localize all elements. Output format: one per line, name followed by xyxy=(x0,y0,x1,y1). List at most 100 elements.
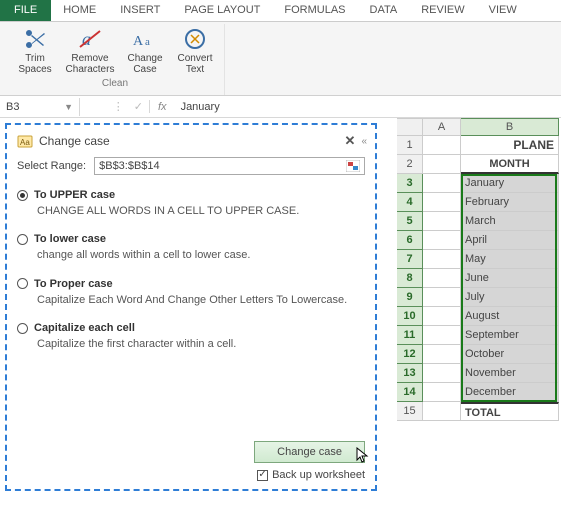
cell[interactable] xyxy=(423,155,461,174)
row-header[interactable]: 2 xyxy=(397,155,423,174)
cell[interactable] xyxy=(423,250,461,269)
row-header[interactable]: 13 xyxy=(397,364,423,383)
row-header[interactable]: 4 xyxy=(397,193,423,212)
cell[interactable]: March xyxy=(461,212,559,231)
formula-bar: B3 ▼ ⋮ ✓ fx January xyxy=(0,96,561,118)
tab-home[interactable]: HOME xyxy=(51,0,108,21)
cell[interactable] xyxy=(423,364,461,383)
tab-data[interactable]: DATA xyxy=(358,0,410,21)
refedit-icon[interactable] xyxy=(346,160,360,172)
cell[interactable] xyxy=(423,288,461,307)
row-header[interactable]: 1 xyxy=(397,136,423,155)
cell[interactable]: TOTAL xyxy=(461,402,559,421)
cell[interactable] xyxy=(423,193,461,212)
row-header[interactable]: 12 xyxy=(397,345,423,364)
cell[interactable]: January xyxy=(461,174,559,193)
cell[interactable] xyxy=(423,383,461,402)
spreadsheet-grid[interactable]: A B 1 PLANE 2 MONTH 3 January 4 February 5 Ma… xyxy=(397,118,559,421)
row-header[interactable]: 9 xyxy=(397,288,423,307)
mouse-cursor-icon xyxy=(356,447,370,466)
close-icon[interactable]: ✕ xyxy=(345,133,356,149)
radio-icon[interactable] xyxy=(17,190,28,201)
cell[interactable] xyxy=(423,231,461,250)
cell[interactable]: September xyxy=(461,326,559,345)
trim-spaces-button[interactable]: Trim Spaces xyxy=(10,24,60,77)
convert-icon xyxy=(182,26,208,52)
change-case-button[interactable]: Aa Change Case xyxy=(120,24,170,77)
cell[interactable] xyxy=(423,326,461,345)
option-capitalize[interactable]: Capitalize each cell xyxy=(17,322,365,334)
tab-view[interactable]: VIEW xyxy=(477,0,529,21)
tab-formulas[interactable]: FORMULAS xyxy=(272,0,357,21)
option-proper[interactable]: To Proper case xyxy=(17,278,365,290)
radio-icon[interactable] xyxy=(17,278,28,289)
scissors-icon xyxy=(22,26,48,52)
remove-characters-button[interactable]: a Remove Characters xyxy=(60,24,120,77)
cell[interactable]: August xyxy=(461,307,559,326)
select-all-corner[interactable] xyxy=(397,118,423,136)
checkbox-icon[interactable]: ✓ xyxy=(257,470,268,481)
backup-checkbox[interactable]: ✓ Back up worksheet xyxy=(257,469,365,481)
ellipsis-icon[interactable]: ⋮ xyxy=(113,100,124,113)
change-case-pane-icon: Aa xyxy=(17,133,33,149)
cell[interactable]: July xyxy=(461,288,559,307)
check-icon[interactable]: ✓ xyxy=(134,100,143,113)
row-header[interactable]: 10 xyxy=(397,307,423,326)
tab-review[interactable]: REVIEW xyxy=(409,0,476,21)
pane-title: Change case xyxy=(39,134,110,148)
col-header-b[interactable]: B xyxy=(461,118,559,136)
ribbon-group-clean: Trim Spaces a Remove Characters Aa Chang… xyxy=(6,24,225,95)
collapse-icon[interactable]: « xyxy=(361,136,365,147)
cell[interactable] xyxy=(423,402,461,421)
cell[interactable] xyxy=(423,136,461,155)
cell[interactable]: October xyxy=(461,345,559,364)
letter-a-strike-icon: a xyxy=(77,26,103,52)
ribbon-body: Trim Spaces a Remove Characters Aa Chang… xyxy=(0,22,561,96)
tab-insert[interactable]: INSERT xyxy=(108,0,172,21)
cell[interactable]: June xyxy=(461,269,559,288)
row-header[interactable]: 3 xyxy=(397,174,423,193)
row-header[interactable]: 5 xyxy=(397,212,423,231)
row-header[interactable]: 8 xyxy=(397,269,423,288)
svg-text:a: a xyxy=(145,36,150,48)
ribbon-group-label: Clean xyxy=(102,78,128,89)
cell[interactable]: February xyxy=(461,193,559,212)
option-proper-desc: Capitalize Each Word And Change Other Le… xyxy=(37,293,365,308)
cell[interactable] xyxy=(423,345,461,364)
name-box[interactable]: B3 ▼ xyxy=(0,98,80,116)
radio-icon[interactable] xyxy=(17,323,28,334)
tab-page-layout[interactable]: PAGE LAYOUT xyxy=(172,0,272,21)
cell[interactable]: December xyxy=(461,383,559,402)
row-header[interactable]: 11 xyxy=(397,326,423,345)
option-lower-desc: change all words within a cell to lower … xyxy=(37,248,365,263)
option-upper[interactable]: To UPPER case xyxy=(17,189,365,201)
radio-icon[interactable] xyxy=(17,234,28,245)
change-case-apply-button[interactable]: Change case xyxy=(254,441,365,463)
change-case-icon: Aa xyxy=(132,26,158,52)
cell[interactable] xyxy=(423,269,461,288)
cell[interactable]: November xyxy=(461,364,559,383)
cell[interactable]: PLANE xyxy=(461,136,559,155)
svg-text:Aa: Aa xyxy=(20,138,30,147)
range-input[interactable]: $B$3:$B$14 xyxy=(94,157,365,175)
option-lower[interactable]: To lower case xyxy=(17,233,365,245)
tab-file[interactable]: FILE xyxy=(0,0,51,21)
col-header-a[interactable]: A xyxy=(423,118,461,136)
cell[interactable]: May xyxy=(461,250,559,269)
fx-label[interactable]: fx xyxy=(150,101,175,113)
option-capitalize-desc: Capitalize the first character within a … xyxy=(37,337,365,352)
row-header[interactable]: 7 xyxy=(397,250,423,269)
change-case-pane: Aa Change case ✕ « Select Range: $B$3:$B… xyxy=(5,123,377,491)
cell[interactable] xyxy=(423,212,461,231)
formula-input[interactable]: January xyxy=(175,98,561,116)
cell[interactable]: April xyxy=(461,231,559,250)
cell[interactable] xyxy=(423,307,461,326)
cell[interactable] xyxy=(423,174,461,193)
convert-text-button[interactable]: Convert Text xyxy=(170,24,220,77)
dropdown-icon[interactable]: ▼ xyxy=(64,102,73,112)
cell[interactable]: MONTH xyxy=(461,155,559,174)
fx-controls: ⋮ ✓ xyxy=(80,100,150,113)
row-header[interactable]: 14 xyxy=(397,383,423,402)
row-header[interactable]: 6 xyxy=(397,231,423,250)
row-header[interactable]: 15 xyxy=(397,402,423,421)
